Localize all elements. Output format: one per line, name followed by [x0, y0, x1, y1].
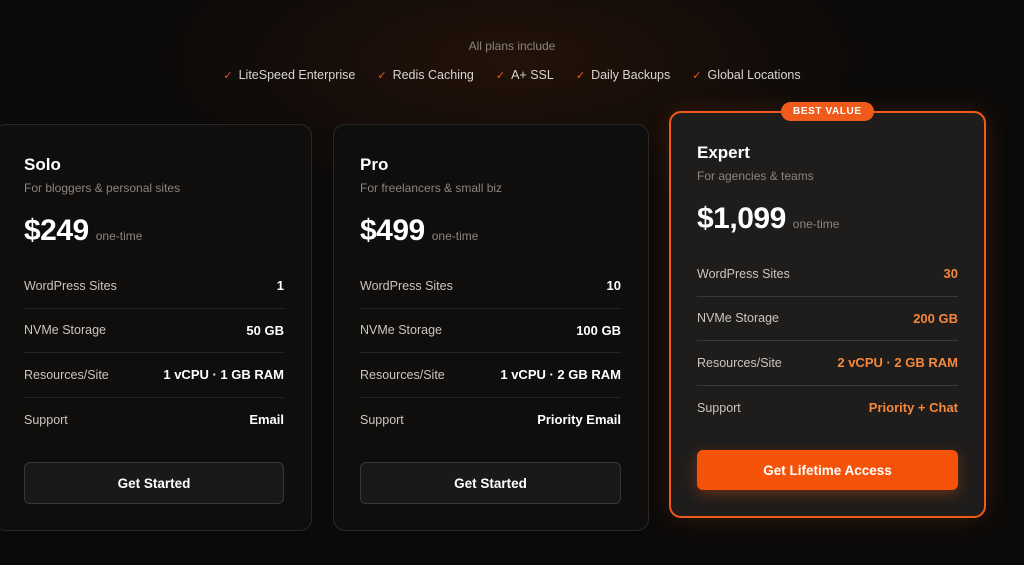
feature-row: NVMe Storage 100 GB — [360, 309, 621, 353]
price-note: one-time — [431, 229, 479, 243]
feature-row: WordPress Sites 10 — [360, 264, 621, 309]
check-icon: ✓ — [223, 69, 233, 82]
check-icon: ✓ — [575, 69, 586, 82]
feature-list: WordPress Sites 1 NVMe Storage 50 GB Res… — [24, 264, 284, 442]
feature-label: NVMe Storage — [360, 323, 442, 338]
best-value-badge: BEST VALUE — [781, 102, 874, 121]
feature-label: Support — [24, 412, 68, 427]
include-label: Redis Caching — [392, 68, 474, 82]
plan-card-solo: Solo For bloggers & personal sites $249 … — [0, 124, 312, 531]
include-item: ✓ Global Locations — [692, 68, 800, 82]
include-item: ✓ Redis Caching — [377, 68, 474, 82]
feature-row: Resources/Site 1 vCPU · 1 GB RAM — [24, 353, 284, 398]
feature-label: Support — [360, 412, 404, 427]
includes-list: ✓ LiteSpeed Enterprise ✓ Redis Caching ✓… — [0, 68, 1024, 82]
check-icon: ✓ — [377, 69, 387, 82]
feature-list: WordPress Sites 10 NVMe Storage 100 GB R… — [360, 264, 621, 442]
include-item: ✓ LiteSpeed Enterprise — [223, 68, 355, 82]
feature-row: WordPress Sites 1 — [24, 264, 284, 309]
feature-row: NVMe Storage 50 GB — [24, 309, 284, 353]
feature-value: 1 vCPU · 2 GB RAM — [500, 367, 621, 383]
feature-value: 1 vCPU · 1 GB RAM — [163, 367, 284, 383]
feature-label: Support — [697, 400, 741, 415]
feature-value: 100 GB — [576, 322, 621, 338]
feature-value: Priority + Chat — [868, 400, 958, 416]
feature-label: Resources/Site — [360, 367, 445, 382]
price-row: $249 one-time — [24, 214, 142, 248]
plan-price: $249 — [24, 214, 89, 247]
check-icon: ✓ — [692, 69, 702, 82]
plan-card-expert: BEST VALUE Expert For agencies & teams $… — [669, 102, 986, 518]
feature-label: NVMe Storage — [697, 311, 779, 326]
get-lifetime-access-button[interactable]: Get Lifetime Access — [697, 450, 958, 490]
feature-value: Email — [249, 412, 284, 428]
price-note: one-time — [95, 229, 143, 243]
feature-value: 200 GB — [913, 310, 958, 326]
feature-label: Resources/Site — [697, 355, 782, 370]
feature-value: 1 — [276, 278, 284, 294]
plan-card-pro: Pro For freelancers & small biz $499 one… — [333, 124, 649, 531]
feature-value: Priority Email — [537, 412, 621, 428]
price-note: one-time — [792, 217, 840, 231]
price-row: $499 one-time — [360, 214, 478, 248]
get-started-button-pro[interactable]: Get Started — [360, 462, 621, 504]
feature-row: WordPress Sites 30 — [697, 252, 958, 297]
include-item: ✓ Daily Backups — [576, 68, 670, 82]
include-item: ✓ A+ SSL — [496, 68, 554, 82]
plan-description: For freelancers & small biz — [360, 181, 503, 195]
feature-label: WordPress Sites — [360, 278, 453, 293]
feature-label: WordPress Sites — [24, 278, 117, 293]
price-row: $1,099 one-time — [697, 202, 839, 236]
feature-row: NVMe Storage 200 GB — [697, 297, 958, 341]
feature-list: WordPress Sites 30 NVMe Storage 200 GB R… — [697, 252, 958, 430]
plan-price: $499 — [360, 214, 425, 247]
includes-title: All plans include — [468, 39, 556, 53]
feature-row: Resources/Site 1 vCPU · 2 GB RAM — [360, 353, 621, 398]
feature-label: NVMe Storage — [24, 323, 106, 338]
feature-label: WordPress Sites — [697, 266, 790, 281]
feature-row: Support Priority Email — [360, 398, 621, 443]
plan-name: Expert — [697, 143, 750, 162]
plan-name: Pro — [360, 155, 389, 174]
feature-value: 50 GB — [246, 322, 284, 338]
plan-price: $1,099 — [697, 202, 786, 235]
include-label: Global Locations — [707, 68, 801, 82]
check-icon: ✓ — [495, 69, 506, 82]
feature-value: 10 — [606, 278, 621, 294]
feature-row: Resources/Site 2 vCPU · 2 GB RAM — [697, 341, 958, 386]
feature-row: Support Email — [24, 398, 284, 443]
include-label: A+ SSL — [511, 68, 554, 82]
get-started-button-solo[interactable]: Get Started — [24, 462, 284, 504]
feature-label: Resources/Site — [24, 367, 109, 382]
feature-value: 2 vCPU · 2 GB RAM — [837, 355, 958, 371]
include-label: LiteSpeed Enterprise — [238, 68, 356, 82]
feature-value: 30 — [943, 266, 958, 282]
feature-row: Support Priority + Chat — [697, 386, 958, 431]
plan-description: For agencies & teams — [697, 169, 814, 183]
include-label: Daily Backups — [591, 68, 671, 82]
plan-name: Solo — [24, 155, 61, 174]
plan-description: For bloggers & personal sites — [24, 181, 181, 195]
